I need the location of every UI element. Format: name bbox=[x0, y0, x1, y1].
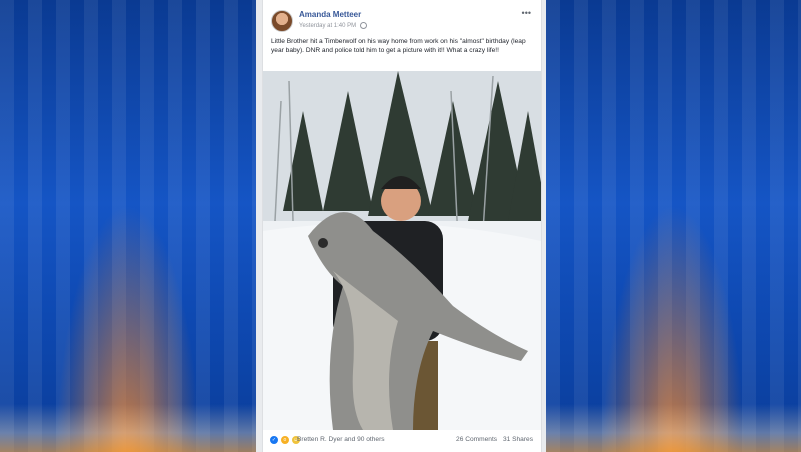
timestamp[interactable]: Yesterday at 1:40 PM bbox=[299, 23, 356, 29]
post-meta: Yesterday at 1:40 PM bbox=[299, 22, 367, 29]
post-photo[interactable] bbox=[263, 71, 541, 430]
wow-icon: o bbox=[279, 435, 290, 445]
comments-count[interactable]: 26 Comments bbox=[456, 436, 497, 443]
background-left bbox=[0, 0, 256, 452]
background-right bbox=[546, 0, 801, 452]
shares-count[interactable]: 31 Shares bbox=[503, 436, 533, 443]
facebook-post: Amanda Metteer Yesterday at 1:40 PM ••• … bbox=[262, 0, 542, 452]
like-icon: ✓ bbox=[269, 435, 279, 445]
post-message: Little Brother hit a Timberwolf on his w… bbox=[271, 38, 526, 55]
reactions-text[interactable]: Bretten R. Dyer and 90 others bbox=[297, 436, 385, 443]
avatar[interactable] bbox=[271, 10, 293, 32]
more-icon[interactable]: ••• bbox=[522, 8, 531, 18]
engagement-counts: 26 Comments 31 Shares bbox=[452, 436, 533, 443]
reaction-icons[interactable]: ✓ o ☺ bbox=[269, 435, 301, 445]
reactions-bar: ✓ o ☺ Bretten R. Dyer and 90 others 26 C… bbox=[269, 435, 535, 447]
photo-illustration bbox=[263, 71, 541, 430]
globe-icon bbox=[359, 22, 367, 29]
post-header: Amanda Metteer Yesterday at 1:40 PM ••• bbox=[269, 8, 535, 34]
author-name[interactable]: Amanda Metteer bbox=[299, 10, 361, 19]
